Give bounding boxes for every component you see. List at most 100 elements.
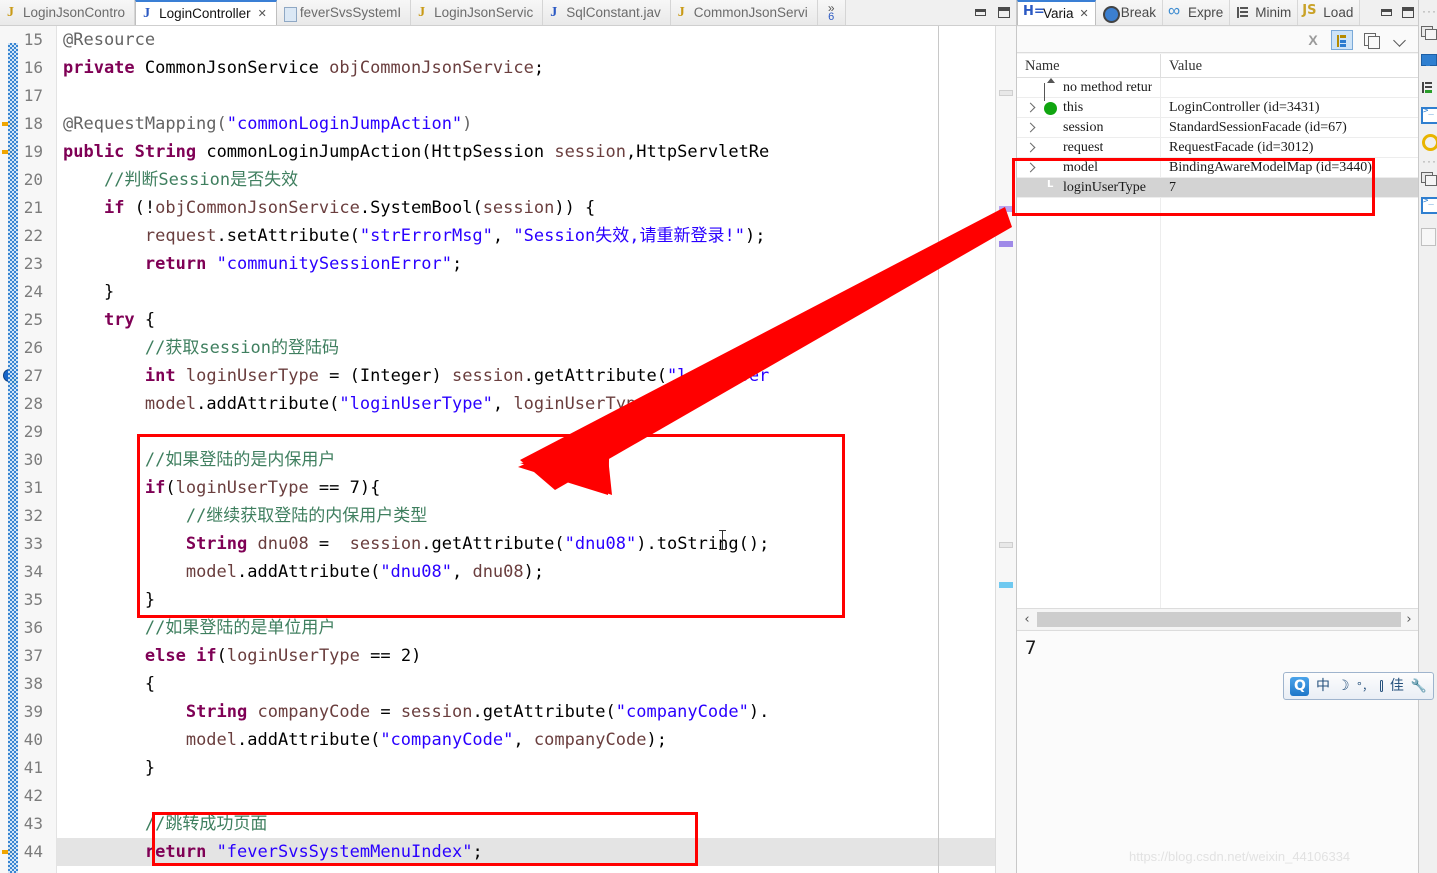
line-number-gutter[interactable]: 15 16 17 18 19 20 21 22 23 24 25 26 27 28 29 30 31 32 33 34…	[0, 26, 46, 873]
tab-expressions[interactable]: Expre	[1163, 0, 1231, 25]
code-line[interactable]: //获取session的登陆码	[57, 334, 995, 362]
punctuation-toggle[interactable]: °，	[1357, 681, 1374, 692]
editor-tab-5[interactable]: CommonJsonServi	[670, 0, 818, 25]
table-row[interactable]: no method retur	[1017, 78, 1419, 101]
scrollbar-thumb[interactable]	[1037, 611, 1401, 627]
tab-variables[interactable]: Varia ✕	[1017, 0, 1096, 25]
tab-minimize-view[interactable]: Minim	[1230, 0, 1299, 25]
code-line[interactable]: return "communitySessionError";	[57, 250, 995, 278]
editor-tab-2[interactable]: feverSvsSystemI	[276, 0, 412, 25]
code-line[interactable]: request.setAttribute("strErrorMsg", "Ses…	[57, 222, 995, 250]
table-row[interactable]: session StandardSessionFacade (id=67)	[1017, 118, 1419, 138]
window-icon[interactable]	[1421, 24, 1437, 40]
variables-horizontal-scrollbar[interactable]: ‹ ›	[1017, 608, 1419, 629]
code-line[interactable]: //如果登陆的是单位用户	[57, 614, 995, 642]
show-logical-structure-button[interactable]	[1331, 29, 1353, 50]
code-line[interactable]: }	[57, 754, 995, 782]
code-line[interactable]: model.addAttribute("loginUserType", logi…	[57, 390, 995, 418]
code-line[interactable]: //继续获取登陆的内保用户类型	[57, 502, 995, 530]
variables-table[interactable]: no method retur this LoginController (id…	[1017, 78, 1419, 608]
table-row[interactable]: this LoginController (id=3431)	[1017, 98, 1419, 118]
code-line[interactable]: else if(loginUserType == 2)	[57, 642, 995, 670]
code-line[interactable]: }	[57, 586, 995, 614]
ime-floating-toolbar[interactable]: 中 ☽ °， 佳 🔧	[1283, 672, 1434, 700]
view-menu-button[interactable]	[1389, 30, 1411, 50]
maximize-panel-button[interactable]	[1397, 0, 1419, 25]
tab-js-load[interactable]: Load	[1298, 0, 1361, 25]
copy-variables-button[interactable]	[1360, 30, 1382, 50]
scroll-left-icon[interactable]: ‹	[1017, 612, 1037, 627]
editor-tab-3[interactable]: LoginJsonServic	[411, 0, 544, 25]
code-line[interactable]: try {	[57, 306, 995, 334]
tab-close-icon[interactable]: ✕	[1080, 7, 1089, 20]
code-line[interactable]: //如果登陆的是内保用户	[57, 446, 995, 474]
keyboard-icon[interactable]	[1380, 680, 1383, 692]
code-line[interactable]: return "feverSvsSystemMenuIndex";	[57, 838, 995, 866]
column-header-value[interactable]: Value	[1169, 54, 1202, 78]
code-line[interactable]: @RequestMapping("commonLoginJumpAction")	[57, 110, 995, 138]
window-icon[interactable]	[1421, 170, 1437, 186]
settings-icon[interactable]: 🔧	[1411, 680, 1427, 693]
column-splitter[interactable]	[1160, 54, 1161, 78]
minimize-panel-button[interactable]	[1375, 0, 1397, 25]
code-line[interactable]: //判断Session是否失效	[57, 166, 995, 194]
tab-overflow-button[interactable]: » 6	[817, 0, 846, 25]
console-icon[interactable]	[1421, 196, 1437, 214]
code-line[interactable]	[57, 418, 995, 446]
code-line[interactable]: //跳转成功页面	[57, 810, 995, 838]
code-line[interactable]: private CommonJsonService objCommonJsonS…	[57, 54, 995, 82]
code-line[interactable]	[57, 782, 995, 810]
expand-arrow-icon[interactable]	[1025, 122, 1035, 134]
line-number: 16	[23, 58, 43, 77]
table-row[interactable]: model BindingAwareModelMap (id=3440)	[1017, 158, 1419, 178]
monitor-icon[interactable]	[1421, 52, 1437, 67]
code-line[interactable]: model.addAttribute("dnu08", dnu08);	[57, 558, 995, 586]
variable-name: session	[1063, 120, 1104, 135]
code-line[interactable]: {	[57, 670, 995, 698]
table-row[interactable]: request RequestFacade (id=3012)	[1017, 138, 1419, 158]
tab-breakpoints[interactable]: Break	[1095, 0, 1164, 25]
column-header-name[interactable]: Name	[1025, 54, 1060, 78]
tree-icon[interactable]	[1421, 80, 1436, 95]
collapse-all-button[interactable]	[1302, 30, 1324, 50]
scroll-right-icon[interactable]: ›	[1399, 612, 1419, 627]
editor-tab-1-active[interactable]: LoginController ✕	[135, 0, 277, 25]
minimize-editor-button[interactable]	[968, 0, 992, 25]
qq-pinyin-logo-icon[interactable]	[1290, 676, 1309, 696]
expand-arrow-icon[interactable]	[1025, 102, 1035, 114]
code-line[interactable]: if (!objCommonJsonService.SystemBool(ses…	[57, 194, 995, 222]
expand-arrow-icon[interactable]	[1025, 162, 1035, 174]
variables-icon	[1023, 4, 1045, 21]
code-line[interactable]: int loginUserType = (Integer) session.ge…	[57, 362, 995, 390]
table-row-selected[interactable]: loginUserType 7	[1017, 178, 1419, 198]
line-number: 34	[23, 562, 43, 581]
editor-tab-4[interactable]: SqlConstant.jav	[543, 0, 671, 25]
code-line[interactable]: if(loginUserType == 7){	[57, 474, 995, 502]
code-line[interactable]: String dnu08 = session.getAttribute("dnu…	[57, 530, 995, 558]
code-line[interactable]: @Resource	[57, 26, 995, 54]
minimize-icon	[1380, 9, 1392, 16]
variable-detail-pane[interactable]: 7 https://blog.csdn.net/weixin_44106334	[1017, 630, 1419, 873]
code-line[interactable]	[57, 82, 995, 110]
code-line[interactable]: public String commonLoginJumpAction(Http…	[57, 138, 995, 166]
half-width-toggle[interactable]: ☽	[1337, 679, 1350, 693]
fastview-scroll-box[interactable]	[1421, 228, 1436, 246]
expand-arrow-icon[interactable]	[1025, 142, 1035, 154]
editor-tab-0[interactable]: LoginJsonContro	[0, 0, 136, 25]
line-number: 36	[23, 618, 43, 637]
chinese-mode-toggle[interactable]: 中	[1316, 679, 1330, 693]
circle-icon[interactable]	[1421, 132, 1437, 151]
line-number: 24	[23, 282, 43, 301]
tab-close-icon[interactable]: ✕	[258, 7, 267, 20]
scrollbar-track[interactable]	[1037, 611, 1401, 627]
overview-ruler[interactable]	[995, 26, 1016, 873]
code-line[interactable]: String companyCode = session.getAttribut…	[57, 698, 995, 726]
maximize-editor-button[interactable]	[992, 0, 1016, 25]
console-icon[interactable]	[1421, 106, 1437, 124]
code-line[interactable]: }	[57, 278, 995, 306]
overview-marker	[999, 582, 1013, 588]
traditional-toggle[interactable]: 佳	[1390, 679, 1404, 693]
folding-column[interactable]	[46, 26, 102, 873]
code-text-surface[interactable]: @Resource private CommonJsonService objCo…	[57, 26, 995, 873]
code-line[interactable]: model.addAttribute("companyCode", compan…	[57, 726, 995, 754]
